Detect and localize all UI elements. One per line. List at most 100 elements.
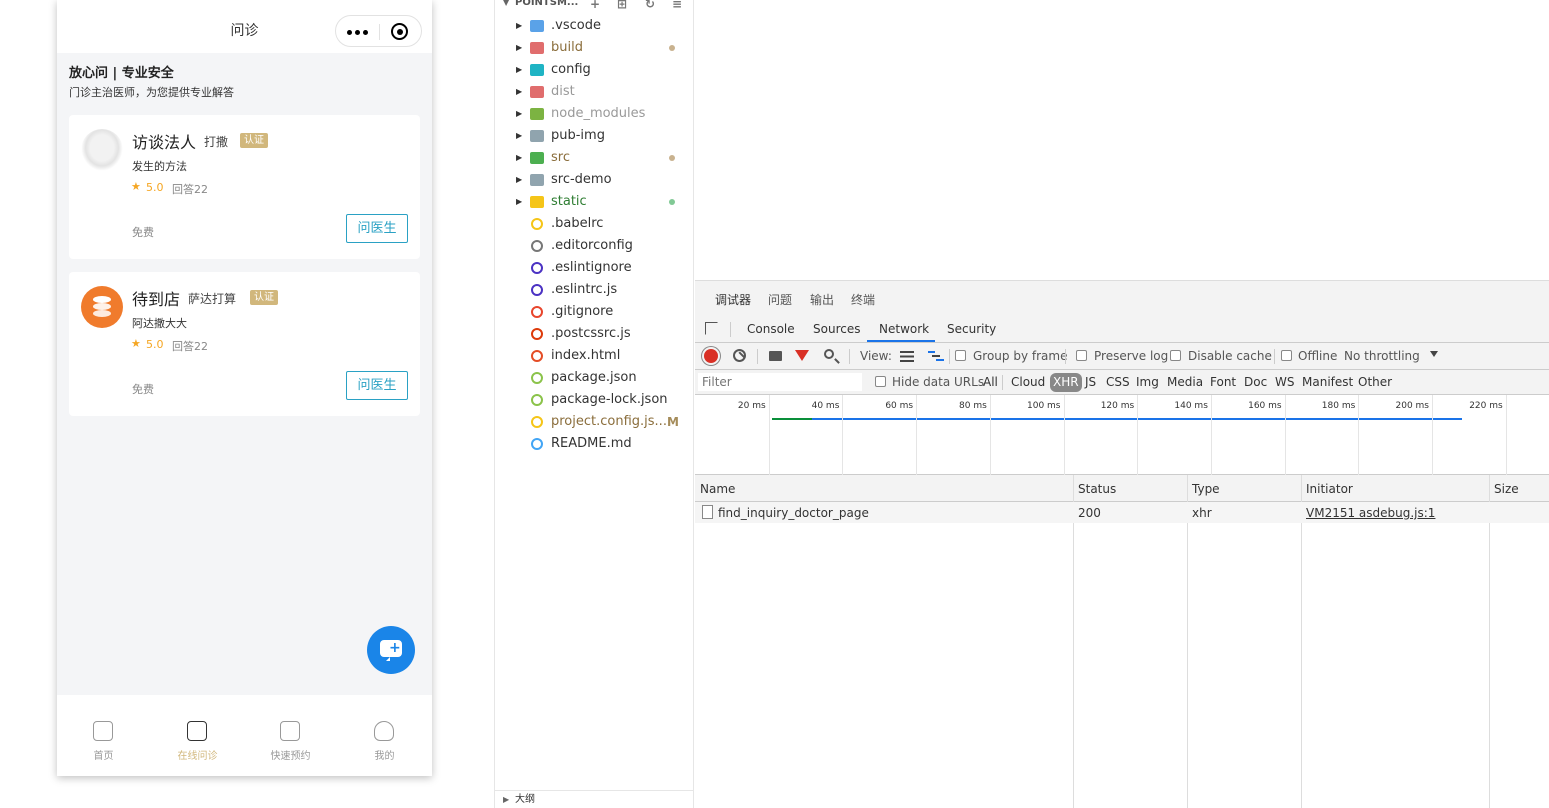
new-folder-icon[interactable]: ⊞	[617, 0, 627, 11]
filter-css[interactable]: CSS	[1106, 375, 1130, 389]
tab-online-consult[interactable]: 在线问诊	[151, 695, 244, 776]
inspect-element-icon[interactable]	[705, 322, 718, 335]
group-by-frame-checkbox[interactable]	[955, 350, 966, 361]
file-item[interactable]: .eslintrc.js	[495, 279, 693, 301]
hide-data-urls-checkbox[interactable]	[875, 376, 886, 387]
expand-icon[interactable]: ▶	[516, 103, 522, 125]
folder-item[interactable]: ▶ dist	[495, 81, 693, 103]
tab-problems[interactable]: 问题	[768, 291, 792, 308]
filter-media[interactable]: Media	[1167, 375, 1203, 389]
file-item[interactable]: .editorconfig	[495, 235, 693, 257]
capsule-menu[interactable]	[335, 15, 422, 47]
expand-icon[interactable]: ▶	[516, 15, 522, 37]
col-size[interactable]: Size	[1494, 482, 1519, 496]
filter-cloud[interactable]: Cloud	[1011, 375, 1045, 389]
file-item[interactable]: .gitignore	[495, 301, 693, 323]
ask-doctor-button[interactable]: 问医生	[346, 371, 408, 400]
filter-font[interactable]: Font	[1210, 375, 1236, 389]
filter-js[interactable]: JS	[1085, 375, 1096, 389]
request-name[interactable]: find_inquiry_doctor_page	[718, 506, 869, 520]
collapse-icon[interactable]: ▼	[503, 0, 509, 7]
tab-terminal[interactable]: 终端	[851, 291, 875, 308]
folder-item[interactable]: ▶ .vscode	[495, 15, 693, 37]
file-item[interactable]: index.html	[495, 345, 693, 367]
file-item[interactable]: package.json	[495, 367, 693, 389]
screenshot-icon[interactable]	[769, 351, 782, 361]
close-target-icon[interactable]	[391, 23, 408, 40]
folder-item[interactable]: ▶ config	[495, 59, 693, 81]
request-initiator-link[interactable]: VM2151 asdebug.js:1	[1306, 506, 1435, 520]
filter-ws[interactable]: WS	[1275, 375, 1294, 389]
filter-xhr[interactable]: XHR	[1050, 373, 1082, 392]
expand-icon[interactable]: ▶	[516, 169, 522, 191]
new-consult-fab[interactable]: +	[367, 626, 415, 674]
tab-mine[interactable]: 我的	[338, 695, 431, 776]
filter-img[interactable]: Img	[1136, 375, 1159, 389]
filter-input[interactable]	[698, 373, 862, 391]
file-name: node_modules	[551, 106, 646, 121]
filter-manifest[interactable]: Manifest	[1302, 375, 1353, 389]
panel-console[interactable]: Console	[747, 322, 795, 336]
record-icon[interactable]	[704, 349, 718, 363]
file-item[interactable]: package-lock.json	[495, 389, 693, 411]
expand-icon[interactable]: ▶	[516, 81, 522, 103]
panel-network[interactable]: Network	[879, 322, 929, 336]
col-name[interactable]: Name	[700, 482, 735, 496]
table-row[interactable]: find_inquiry_doctor_page 200 xhr VM2151 …	[695, 502, 1549, 523]
refresh-icon[interactable]: ↻	[645, 0, 655, 11]
file-item[interactable]: .babelrc	[495, 213, 693, 235]
doctor-card[interactable]: 待到店 萨达打算 认证 阿达撒大大 ★ 5.0 回答22 免费 问医生	[69, 272, 420, 416]
panel-sources[interactable]: Sources	[813, 322, 860, 336]
tab-appointment[interactable]: 快速预约	[244, 695, 337, 776]
tab-output[interactable]: 输出	[810, 291, 834, 308]
project-name[interactable]: POINTSM...	[515, 0, 578, 8]
tab-home[interactable]: 首页	[57, 695, 150, 776]
divider	[949, 349, 950, 364]
file-name: src-demo	[551, 172, 612, 187]
expand-icon[interactable]: ▶	[516, 125, 522, 147]
file-item[interactable]: .eslintignore	[495, 257, 693, 279]
folder-item[interactable]: ▶ node_modules	[495, 103, 693, 125]
doctor-title: 打撒	[204, 135, 229, 149]
timeline-label: 120 ms	[1100, 401, 1135, 411]
new-file-icon[interactable]: +	[590, 0, 600, 11]
large-rows-icon[interactable]	[900, 351, 914, 362]
offline-checkbox[interactable]	[1281, 350, 1292, 361]
filter-icon[interactable]	[795, 350, 809, 361]
expand-icon[interactable]: ▶	[516, 191, 522, 213]
expand-icon[interactable]: ▶	[516, 37, 522, 59]
folder-item[interactable]: ▶ static	[495, 191, 693, 213]
waterfall-icon[interactable]	[928, 351, 944, 362]
col-type[interactable]: Type	[1192, 482, 1220, 496]
clear-icon[interactable]	[733, 349, 746, 362]
divider	[757, 349, 758, 364]
collapse-all-icon[interactable]: ≡	[672, 0, 682, 11]
outline-section[interactable]: ▶ 大纲	[495, 790, 693, 808]
folder-item[interactable]: ▶ src	[495, 147, 693, 169]
disable-cache-checkbox[interactable]	[1170, 350, 1181, 361]
throttling-select[interactable]: No throttling	[1344, 349, 1420, 363]
col-status[interactable]: Status	[1078, 482, 1116, 496]
expand-icon[interactable]: ▶	[516, 59, 522, 81]
filter-doc[interactable]: Doc	[1244, 375, 1267, 389]
more-icon[interactable]	[347, 30, 369, 35]
file-item[interactable]: project.config.js... M	[495, 411, 693, 433]
tab-debugger[interactable]: 调试器	[715, 291, 752, 318]
ask-doctor-button[interactable]: 问医生	[346, 214, 408, 243]
network-timeline[interactable]: 20 ms 40 ms 60 ms 80 ms 100 ms 120 ms 140 ms 16…	[695, 395, 1549, 475]
folder-item[interactable]: ▶ pub-img	[495, 125, 693, 147]
col-initiator[interactable]: Initiator	[1306, 482, 1353, 496]
file-item[interactable]: README.md	[495, 433, 693, 455]
search-icon[interactable]	[824, 349, 834, 359]
file-item[interactable]: .postcssrc.js	[495, 323, 693, 345]
filter-other[interactable]: Other	[1358, 375, 1392, 389]
panel-security[interactable]: Security	[947, 322, 996, 336]
folder-item[interactable]: ▶ src-demo	[495, 169, 693, 191]
chevron-down-icon[interactable]	[1430, 351, 1438, 357]
expand-icon[interactable]: ▶	[516, 147, 522, 169]
file-name: package.json	[551, 370, 637, 385]
filter-all[interactable]: All	[983, 375, 998, 389]
doctor-card[interactable]: 访谈法人 打撒 认证 发生的方法 ★ 5.0 回答22 免费 问医生	[69, 115, 420, 259]
folder-item[interactable]: ▶ build	[495, 37, 693, 59]
preserve-log-checkbox[interactable]	[1076, 350, 1087, 361]
